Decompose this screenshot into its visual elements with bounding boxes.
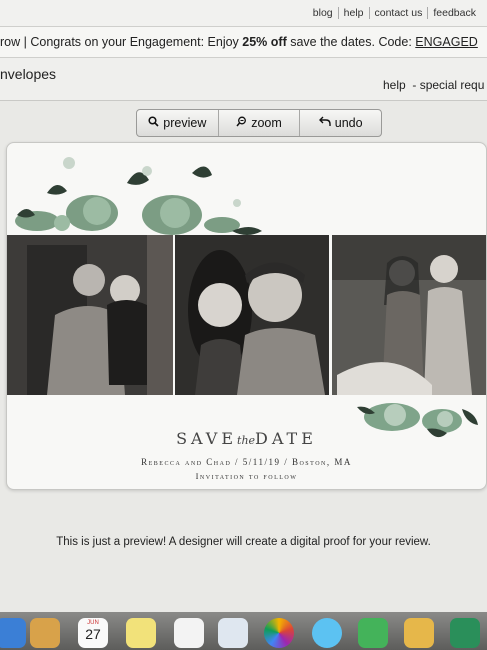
save-word: SAVE	[176, 429, 238, 448]
calendar-icon[interactable]: JUN 27	[78, 618, 108, 648]
the-script-word: the	[237, 434, 256, 447]
engagement-photo-3	[332, 235, 486, 395]
special-requests-link[interactable]: - special requ	[412, 78, 484, 92]
preview-disclaimer: This is just a preview! A designer will …	[56, 536, 431, 548]
blog-link[interactable]: blog	[308, 7, 338, 19]
top-links-bar: blog help contact us feedback	[0, 0, 487, 26]
preview-label: preview	[163, 116, 207, 130]
promo-middle: save the dates. Code:	[286, 35, 416, 49]
engagement-photo-1	[7, 235, 173, 395]
reminders-icon[interactable]	[174, 618, 204, 648]
finder-icon[interactable]	[0, 618, 26, 648]
undo-button[interactable]: undo	[299, 110, 381, 136]
floral-decoration-top	[15, 157, 262, 235]
mac-dock: JUN 27	[0, 612, 487, 650]
folder-icon[interactable]	[30, 618, 60, 648]
save-the-date-card-preview: SAVEtheDATE Rebecca and Chad / 5/11/19 /…	[6, 142, 487, 490]
promo-discount: 25% off	[242, 35, 287, 49]
feedback-link[interactable]: feedback	[427, 7, 481, 19]
undo-label: undo	[334, 116, 363, 130]
date-word: DATE	[255, 429, 317, 448]
invitation-line: Invitation to follow	[195, 471, 298, 481]
calendar-day: 27	[85, 626, 101, 642]
preview-toolbar: preview zoom undo	[136, 109, 382, 137]
messages-icon[interactable]	[312, 618, 342, 648]
photos-icon[interactable]	[264, 618, 294, 648]
search-icon	[148, 116, 159, 130]
help-link-secondary[interactable]: help	[383, 78, 406, 92]
facetime-icon[interactable]	[358, 618, 388, 648]
undo-arrow-icon	[318, 116, 331, 130]
section-header: nvelopes help - special requ	[0, 58, 487, 101]
keynote-icon[interactable]	[218, 618, 248, 648]
help-link[interactable]: help	[337, 7, 369, 19]
zoom-label: zoom	[251, 116, 282, 130]
zoom-icon	[236, 116, 247, 130]
promo-banner: row | Congrats on your Engagement: Enjoy…	[0, 26, 487, 58]
save-the-date-heading: SAVEtheDATE	[7, 429, 486, 448]
contact-us-link[interactable]: contact us	[368, 7, 428, 19]
notes-icon[interactable]	[126, 618, 156, 648]
top-links: blog help contact us feedback	[308, 7, 481, 19]
couple-details-line: Rebecca and Chad / 5/11/19 / Boston, MA	[141, 457, 352, 467]
promo-prefix: row | Congrats on your Engagement: Enjoy	[0, 35, 243, 49]
numbers-icon[interactable]	[450, 618, 480, 648]
section-links: help - special requ	[383, 78, 484, 92]
preview-button[interactable]: preview	[137, 110, 218, 136]
engagement-photo-2	[175, 235, 329, 395]
zoom-button[interactable]: zoom	[217, 110, 300, 136]
preview-icon[interactable]	[404, 618, 434, 648]
section-title: nvelopes	[0, 66, 57, 82]
promo-code-link[interactable]: ENGAGED	[415, 35, 478, 49]
